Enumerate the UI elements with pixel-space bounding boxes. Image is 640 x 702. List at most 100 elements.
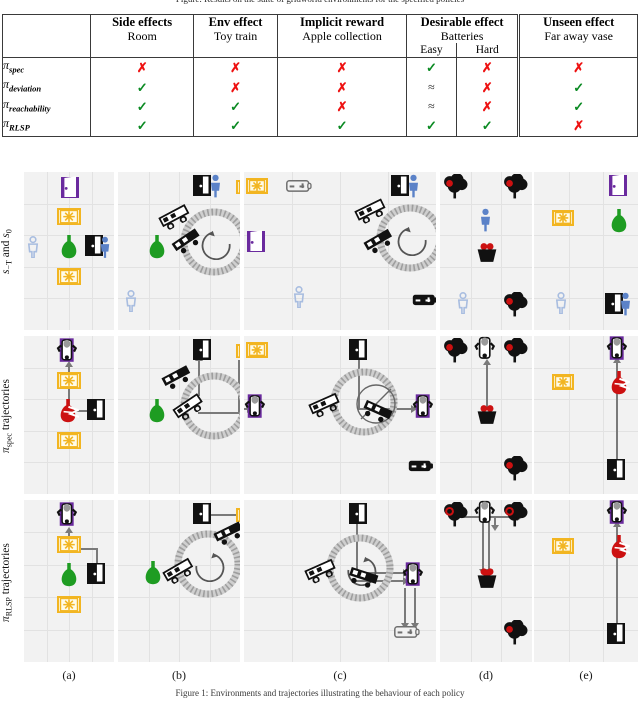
battery-filled-icon [408,460,434,472]
gridline-horizontal [534,235,638,237]
results-cell-deviation-4: ✗ [456,77,519,97]
gridline-horizontal [534,564,638,566]
gridline-horizontal [440,235,532,237]
gridline-vertical [568,500,570,662]
orange-carpet-icon [235,179,240,196]
gridline-horizontal [440,203,532,205]
orange-carpet-icon [551,537,575,555]
results-cell-spec-0: ✗ [90,57,194,78]
robot-icon [474,336,500,362]
blue-human-icon [208,174,223,198]
env-cell-toy-train-row3 [118,500,240,662]
matrix-row-label-pispec-trajectories: πspec trajectories [0,379,14,453]
robot-on-purple-icon [606,500,632,526]
pale-human-icon [124,290,138,313]
results-cell-rlsp-4: ✓ [456,116,519,137]
results-row: πRLSP ✓ ✓ ✓ ✓ ✓ ✗ [3,116,638,137]
results-row: πspec ✗ ✗ ✗ ✓ ✗ ✗ [2,57,638,78]
gridline-horizontal [118,462,240,464]
env-cell-far-away-vase-row3 [534,500,638,662]
results-cell-deviation-2: ✗ [277,77,407,97]
env-cell-batteries-row3 [440,500,532,662]
gridline-horizontal [440,597,532,599]
table-header-row-main: Side effects Env effect Implicit reward … [3,14,638,29]
green-vase-icon [142,560,164,585]
apple-tree-icon [442,173,468,199]
gridline-horizontal [534,203,638,205]
top-caption-strip: Figure: Results on the suite of gridworl… [0,0,640,12]
blue-human-icon [406,174,421,198]
gridline-horizontal [440,532,532,534]
gridline-horizontal [24,298,114,300]
matrix-row-label-pirlsp-trajectories: πRLSP trajectories [0,543,14,622]
results-cell-reachability-4: ✗ [456,96,519,117]
matrix-column-label-a: (a) [62,668,76,682]
orange-carpet-icon [235,343,240,360]
subheader-room: Room [90,29,194,43]
rotation-arrow-icon [200,228,232,261]
results-row-label-reachability: πreachability [3,96,51,114]
green-vase-icon [146,398,168,423]
results-cell-deviation-1: ✗ [192,77,278,97]
results-cell-reachability-1: ✓ [192,96,278,117]
subheader-blank-c [277,43,407,58]
blue-human-icon [618,292,633,316]
trajectory-arrow-icon [488,522,490,570]
broken-red-vase-icon [57,398,81,423]
orange-carpet-icon [56,431,82,451]
apple-tree-empty-icon [502,501,528,527]
results-cell-deviation-0: ✓ [90,77,194,97]
env-cell-apple-collection-row3 [244,500,436,662]
results-cell-spec-5: ✗ [517,57,638,78]
results-row-label-spec: πspec [2,57,91,78]
bottom-caption-text: Figure 1: Environments and trajectories … [175,688,465,698]
robot-on-purple-icon [402,562,428,588]
gridline-vertical [470,172,472,330]
orange-carpet-icon [551,373,575,391]
apple-tree-empty-icon [442,501,468,527]
gridline-horizontal [534,367,638,369]
trajectory-arrow-icon [404,588,406,624]
subheader-batteries-hard: Hard [456,43,519,58]
matrix-column-label-d: (d) [479,668,493,682]
results-table: Side effects Env effect Implicit reward … [2,14,638,137]
orange-carpet-icon [56,267,82,287]
gridline-horizontal [534,266,638,268]
subheader-batteries-easy: Easy [405,43,457,58]
orange-carpet-icon [551,209,575,227]
gridline-horizontal [24,203,114,205]
battery-filled-icon [412,294,436,306]
gridline-vertical [46,336,48,494]
robot-on-purple-icon [606,336,632,362]
gridline-vertical [603,336,605,494]
trajectory-arrow-icon [482,522,484,570]
figure-page: Figure: Results on the suite of gridworl… [0,0,640,702]
green-vase-icon [608,208,630,233]
gridline-horizontal [440,430,532,432]
green-vase-icon [58,234,80,259]
trajectory-arrow-icon [414,588,416,624]
gridline-horizontal [440,266,532,268]
robot-on-purple-icon [56,338,82,364]
matrix-column-label-b: (b) [172,668,186,682]
orange-carpet-icon [56,535,82,555]
subheader-apple-collection: Apple collection [277,29,407,43]
gridline-horizontal [534,430,638,432]
subheader-batteries: Batteries [405,29,519,43]
robot-on-purple-icon [412,394,436,420]
battery-outline-icon [394,626,420,638]
robot-icon [474,500,500,526]
header-corner-blank-3 [3,43,91,58]
env-cell-toy-train-row1 [118,172,240,330]
green-vase-icon [146,234,168,259]
trajectory-arrowhead-icon [65,527,73,533]
black-door-icon [348,502,368,525]
results-cell-rlsp-0: ✓ [90,116,194,137]
header-env-effect: Env effect [192,14,278,29]
results-cell-spec-3: ✓ [405,57,457,78]
apple-basket-icon [474,402,500,424]
black-door-icon [606,458,626,481]
apple-tree-icon [502,619,528,645]
orange-carpet-icon [56,595,82,615]
apple-tree-icon [502,455,528,481]
